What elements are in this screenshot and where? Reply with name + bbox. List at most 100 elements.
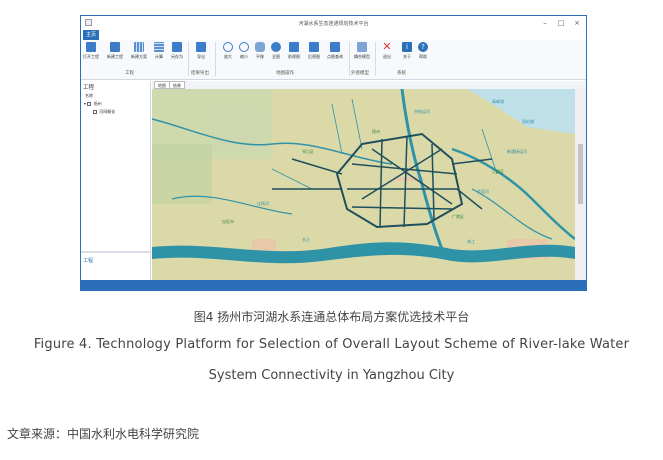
back-arrow-icon — [289, 42, 299, 52]
ribbon-separator — [375, 42, 376, 76]
pan-hand-icon — [255, 42, 265, 52]
point-query-button[interactable]: 点图查询 — [327, 42, 343, 60]
map-label: 京杭运河 — [414, 109, 430, 114]
tree-node-network[interactable]: 河网概化 — [93, 109, 115, 115]
map-label: 邵伯湖 — [522, 119, 534, 124]
export-button[interactable]: 导出 — [193, 42, 209, 60]
close-x-icon: ✕ — [382, 40, 392, 53]
tab-home[interactable]: 主页 — [83, 30, 99, 40]
map-label: 长江 — [302, 237, 310, 242]
ribbon-separator — [349, 42, 350, 76]
app-window: 河湖水系生态连通规划技术平台 – □ × 主页 打开工程 新建工程 新建方案 计… — [80, 15, 587, 291]
project-panel: 工程 名称 ▾ 扬州 河网概化 工程 — [81, 81, 151, 280]
map-view[interactable]: 扬州 江都区 仪征市 邗江区 广陵区 长江 京杭运河 芒稻河 新通扬运河 夹江 … — [152, 89, 575, 280]
ribbon-separator — [188, 42, 189, 76]
title-bar: 河湖水系生态连通规划技术平台 – □ × — [81, 16, 586, 30]
map-label: 高邮湖 — [492, 99, 504, 104]
zoom-out-icon — [239, 42, 249, 52]
panel-title: 工程 — [83, 85, 95, 91]
close-window-button[interactable]: × — [572, 18, 582, 28]
coupling-model-icon — [357, 42, 367, 52]
map-label: 夹江 — [467, 239, 475, 244]
tree-node-yangzhou[interactable]: ▾ 扬州 — [84, 101, 102, 107]
new-scheme-label: 新建方案 — [131, 54, 147, 59]
map-label: 仪征市 — [222, 219, 234, 224]
next-view-button[interactable]: 后视图 — [306, 42, 322, 60]
tab-map[interactable]: 地图 — [154, 81, 170, 89]
tab-results[interactable]: 结果 — [169, 81, 185, 89]
calculate-label: 计算 — [155, 54, 163, 59]
export-label: 导出 — [197, 54, 205, 59]
previous-view-button[interactable]: 前视图 — [286, 42, 302, 60]
map-canvas[interactable] — [152, 89, 575, 280]
checkbox-icon[interactable] — [93, 110, 97, 114]
pan-label: 平移 — [256, 54, 264, 59]
new-project-button[interactable]: 新建工程 — [107, 42, 123, 60]
folder-open-icon — [86, 42, 96, 52]
point-query-label: 点图查询 — [327, 54, 343, 59]
ribbon-toolbar: 打开工程 新建工程 新建方案 计算 另存为 导出 放大 缩小 平移 全图 前视图… — [81, 40, 586, 80]
group-external-model: 外接模型 — [351, 71, 369, 76]
folder-new-icon — [110, 42, 120, 52]
checkbox-icon[interactable] — [87, 102, 92, 106]
forward-arrow-icon — [309, 42, 319, 52]
save-as-label: 另存为 — [171, 54, 183, 59]
zoom-out-label: 缩小 — [240, 54, 248, 59]
coupling-model-button[interactable]: 耦合模型 — [354, 42, 370, 60]
map-label: 邗江区 — [302, 149, 314, 154]
status-bar — [81, 280, 586, 291]
help-label: 帮助 — [419, 54, 427, 59]
open-project-label: 打开工程 — [83, 54, 99, 59]
calculate-button[interactable]: 计算 — [151, 42, 167, 60]
figure-caption-en-line2: System Connectivity in Yangzhou City — [208, 368, 455, 383]
save-as-icon — [172, 42, 182, 52]
export-icon — [196, 42, 206, 52]
ribbon-separator — [215, 42, 216, 76]
next-view-label: 后视图 — [308, 54, 320, 59]
figure-caption-en-line1: Figure 4. Technology Platform for Select… — [33, 337, 630, 352]
panel-divider[interactable] — [81, 251, 150, 253]
article-source: 文章来源：中国水利水电科学研究院 — [7, 427, 200, 441]
open-project-button[interactable]: 打开工程 — [83, 42, 99, 60]
full-extent-label: 全图 — [272, 54, 280, 59]
group-project: 工程 — [125, 71, 134, 76]
tree-node-label: 扬州 — [93, 101, 102, 106]
column-header-name: 名称 — [85, 93, 93, 98]
vertical-scrollbar[interactable] — [575, 89, 586, 280]
save-as-button[interactable]: 另存为 — [169, 42, 185, 60]
zoom-in-icon — [223, 42, 233, 52]
bottom-tab-project[interactable]: 工程 — [83, 257, 93, 264]
group-map-ops: 地图操作 — [276, 71, 294, 76]
menu-tabs: 主页 — [81, 30, 586, 40]
map-label: 广陵区 — [452, 214, 464, 219]
coupling-model-label: 耦合模型 — [354, 54, 370, 59]
exit-label: 退出 — [383, 54, 391, 59]
pan-button[interactable]: 平移 — [252, 42, 268, 60]
full-extent-button[interactable]: 全图 — [268, 42, 284, 60]
view-tabs: 地图 结果 — [152, 81, 586, 89]
previous-view-label: 前视图 — [288, 54, 300, 59]
figure-caption-cn: 图4 扬州市河湖水系连通总体布局方案优选技术平台 — [193, 310, 470, 324]
window-title: 河湖水系生态连通规划技术平台 — [298, 21, 369, 27]
info-icon: i — [402, 42, 412, 52]
help-button[interactable]: ? 帮助 — [415, 42, 431, 60]
expand-icon[interactable]: ▾ — [84, 101, 86, 106]
exit-button[interactable]: ✕ 退出 — [379, 40, 395, 60]
about-label: 关于 — [403, 54, 411, 59]
zoom-in-button[interactable]: 放大 — [220, 42, 236, 60]
tree-node-label: 河网概化 — [99, 109, 116, 114]
maximize-button[interactable]: □ — [556, 18, 566, 28]
scrollbar-thumb[interactable] — [578, 144, 583, 204]
help-icon: ? — [418, 42, 428, 52]
zoom-out-button[interactable]: 缩小 — [236, 42, 252, 60]
group-system: 系统 — [397, 71, 406, 76]
map-label: 芒稻河 — [477, 189, 489, 194]
group-export: 结果导出 — [191, 71, 209, 76]
grid-calc-icon — [154, 42, 164, 52]
about-button[interactable]: i 关于 — [399, 42, 415, 60]
new-scheme-button[interactable]: 新建方案 — [131, 42, 147, 60]
zoom-in-label: 放大 — [224, 54, 232, 59]
map-label: 新通扬运河 — [507, 149, 527, 154]
minimize-button[interactable]: – — [540, 18, 550, 28]
grid-new-icon — [134, 42, 144, 52]
